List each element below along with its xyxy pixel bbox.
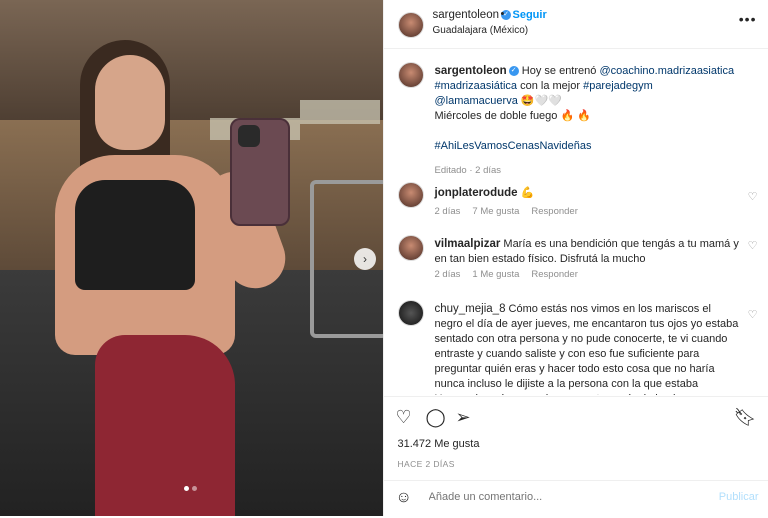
mention-link[interactable]: @lamamacuerva — [435, 95, 518, 107]
author-avatar[interactable] — [398, 12, 424, 38]
mention-link[interactable]: @coachino.madrizaasiatica — [599, 65, 734, 77]
comment-text: jonplaterodude 💪 — [435, 186, 740, 201]
post-sidebar: sargentoleon✓ • Seguir Guadalajara (Méxi… — [383, 0, 768, 516]
comment-meta: 2 días 7 Me gusta Responder — [435, 206, 590, 217]
bookmark-icon[interactable]: 🔖︎ — [734, 407, 757, 428]
post-time[interactable]: HACE 2 DÍAS — [398, 459, 455, 469]
comment-meta: 2 días 1 Me gusta Responder — [435, 269, 590, 280]
comment-time: 2 días — [435, 269, 461, 280]
verified-icon: ✓ — [509, 66, 519, 76]
like-comment-heart-icon[interactable]: ♡ — [748, 190, 758, 203]
comment-avatar[interactable] — [398, 300, 424, 326]
location-link[interactable]: Guadalajara (México) — [433, 25, 529, 36]
caption-line2: Miércoles de doble fuego 🔥 🔥 — [435, 110, 591, 122]
post-actions: ♡ ◯ ➢ 🔖︎ 31.472 Me gusta HACE 2 DÍAS ☺ P… — [384, 396, 768, 517]
comment-avatar[interactable] — [398, 235, 424, 261]
follow-button[interactable]: Seguir — [513, 9, 547, 21]
caption-edited: Editado · 2 días — [435, 165, 502, 176]
comment-username[interactable]: jonplaterodude — [435, 187, 518, 199]
caption-meta: Editado · 2 días — [435, 165, 514, 176]
comments-section[interactable]: sargentoleon✓ Hoy se entrenó @coachino.m… — [384, 49, 768, 395]
carousel-dot-active — [184, 486, 189, 491]
photo-camera-lens — [238, 125, 260, 147]
add-comment-bar: ☺ Publicar — [384, 480, 768, 518]
reply-button[interactable]: Responder — [531, 206, 577, 217]
comment-username[interactable]: vilmaalpizar — [435, 238, 501, 250]
caption-avatar[interactable] — [398, 62, 424, 88]
post-header: sargentoleon✓ • Seguir Guadalajara (Méxi… — [384, 0, 768, 49]
post-view: › sargentoleon✓ • Seguir Guadalajara (Mé… — [0, 0, 768, 516]
photo-window — [300, 100, 380, 124]
separator-dot: • — [501, 8, 505, 20]
photo-leggings — [95, 335, 235, 516]
more-options-icon[interactable]: ••• — [739, 11, 757, 27]
photo-sports-top — [75, 180, 195, 290]
comment-text: chuy_mejia_8 Cómo estás nos vimos en los… — [435, 302, 740, 395]
comment-text: vilmaalpizar María es una bendición que … — [435, 237, 740, 267]
comment-input[interactable] — [427, 490, 691, 504]
post-photo[interactable]: › — [0, 0, 383, 516]
caption-username[interactable]: sargentoleon — [435, 65, 507, 77]
hashtag-link[interactable]: #madrizaasiática — [435, 80, 518, 92]
like-comment-heart-icon[interactable]: ♡ — [748, 239, 758, 252]
publish-button[interactable]: Publicar — [719, 491, 759, 503]
hashtag-link[interactable]: #AhiLesVamosCenasNavideñas — [435, 140, 592, 152]
chevron-right-icon: › — [363, 252, 367, 266]
caption-text-pre: Hoy se entrenó — [522, 65, 600, 77]
hashtag-link[interactable]: #parejadegym — [583, 80, 653, 92]
comment-likes[interactable]: 1 Me gusta — [472, 269, 519, 280]
reply-button[interactable]: Responder — [531, 269, 577, 280]
comment-body: Cómo estás nos vimos en los mariscos el … — [435, 303, 739, 395]
comment-time: 2 días — [435, 206, 461, 217]
emoji-icon[interactable]: ☺ — [396, 489, 412, 507]
next-photo-button[interactable]: › — [354, 248, 376, 270]
author-username-row[interactable]: sargentoleon✓ — [433, 9, 512, 21]
like-comment-heart-icon[interactable]: ♡ — [748, 308, 758, 321]
author-username[interactable]: sargentoleon — [433, 9, 500, 21]
carousel-dot — [192, 486, 197, 491]
carousel-dots — [184, 486, 197, 491]
caption-text: sargentoleon✓ Hoy se entrenó @coachino.m… — [435, 64, 740, 154]
photo-person-face — [95, 55, 165, 150]
comment-icon[interactable]: ◯ — [426, 407, 446, 428]
comment-body: 💪 — [521, 187, 535, 199]
comment-avatar[interactable] — [398, 182, 424, 208]
comment-username[interactable]: chuy_mejia_8 — [435, 303, 506, 315]
caption-emojis: 🤩🤍🤍 — [521, 95, 562, 107]
likes-count[interactable]: 31.472 Me gusta — [398, 438, 480, 450]
like-heart-icon[interactable]: ♡ — [396, 407, 412, 428]
share-icon[interactable]: ➢ — [456, 407, 471, 428]
comment-likes[interactable]: 7 Me gusta — [472, 206, 519, 217]
caption-text-mid: con la mejor — [517, 80, 583, 92]
